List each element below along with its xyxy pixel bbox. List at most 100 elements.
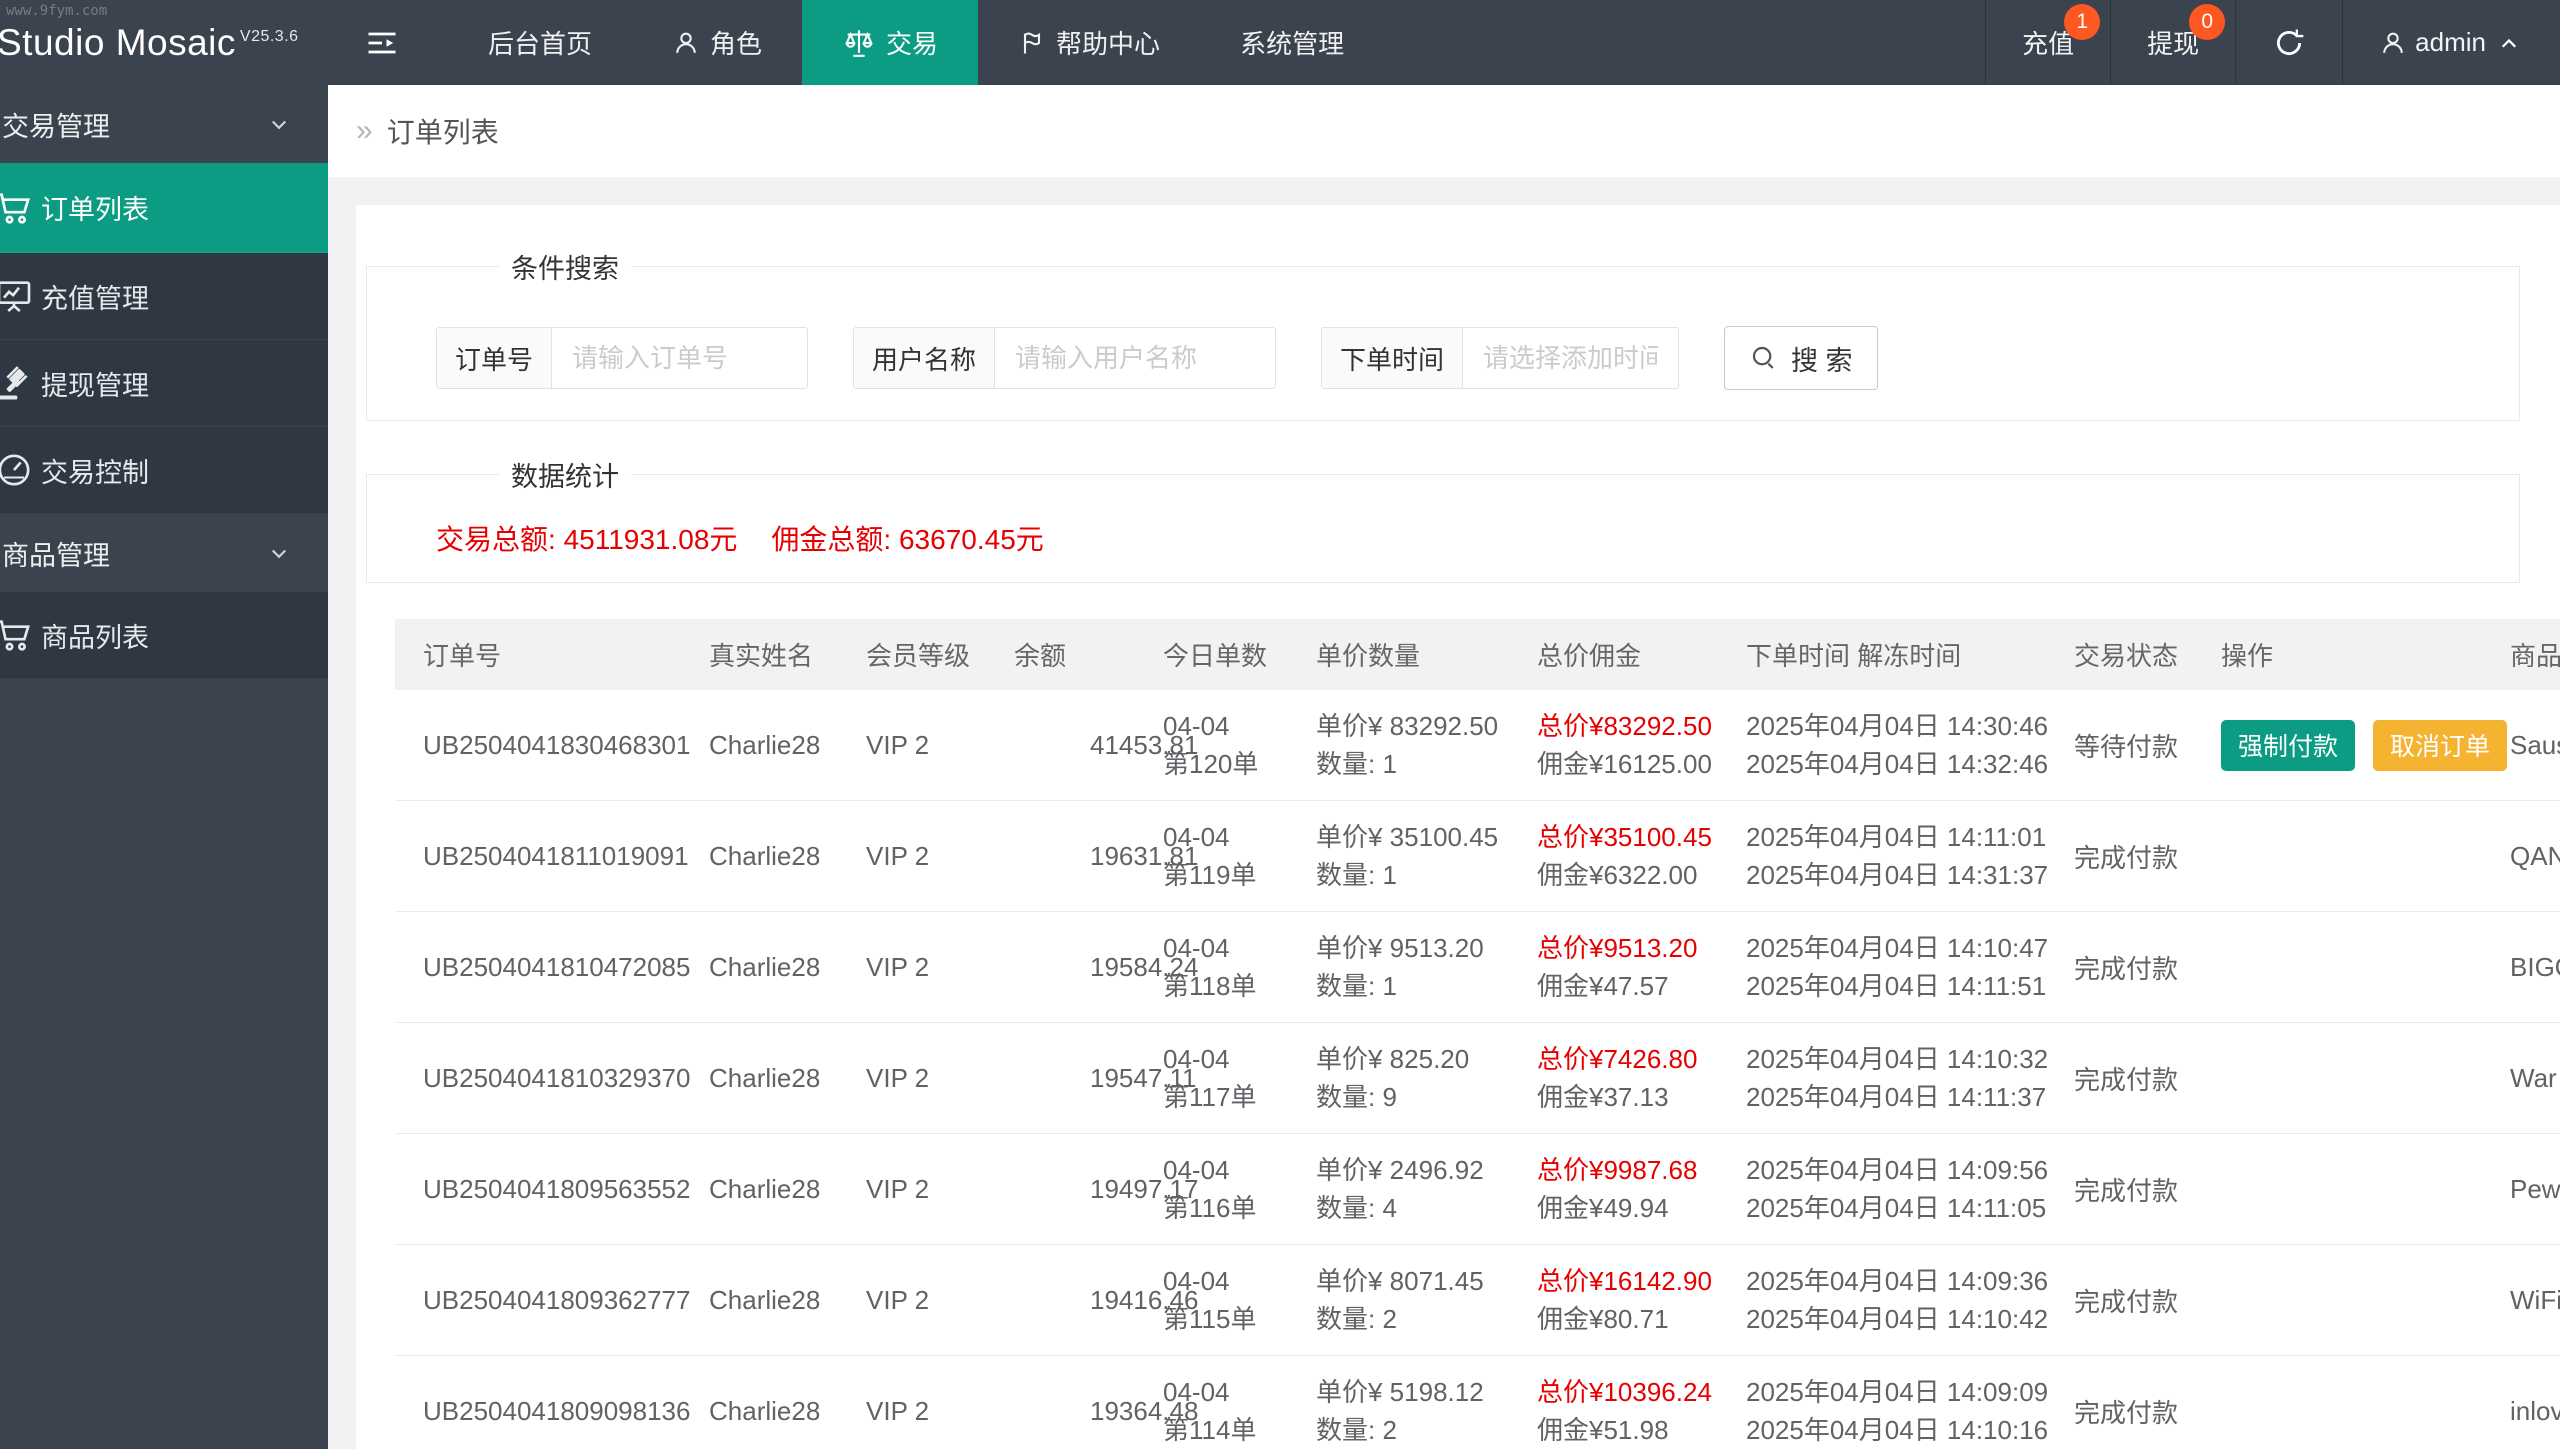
vip-level: VIP 2 bbox=[866, 840, 930, 871]
order-no: UB2504041830468301 bbox=[423, 729, 691, 760]
search-icon bbox=[1749, 343, 1779, 373]
real-name: Charlie28 bbox=[709, 1284, 821, 1315]
nav-item-system[interactable]: 系统管理 bbox=[1200, 0, 1384, 85]
nav-item-help[interactable]: 帮助中心 bbox=[978, 0, 1200, 85]
order-times: 2025年04月04日 14:11:01 2025年04月04日 14:31:37 bbox=[1746, 822, 2049, 890]
real-name: Charlie28 bbox=[709, 729, 821, 760]
app-version: V25.3.6 bbox=[239, 28, 299, 46]
col-real-name: 真实姓名 bbox=[709, 641, 814, 671]
col-vip-level: 会员等级 bbox=[866, 641, 971, 671]
gauge-icon bbox=[0, 450, 37, 490]
sidebar-item-withdraw-mgmt[interactable]: 提现管理 bbox=[0, 340, 328, 427]
force-pay-button[interactable]: 强制付款 bbox=[2221, 719, 2356, 771]
order-no: UB2504041811019091 bbox=[423, 840, 689, 871]
today-orders: 04-04 第115单 bbox=[1163, 1266, 1257, 1334]
order-times: 2025年04月04日 14:10:32 2025年04月04日 14:11:37 bbox=[1746, 1044, 2049, 1112]
balance: 19497.17 bbox=[1090, 1173, 1199, 1204]
order-times: 2025年04月04日 14:09:36 2025年04月04日 14:10:42 bbox=[1746, 1266, 2049, 1334]
page-title: 订单列表 bbox=[386, 117, 499, 148]
today-orders: 04-04 第120单 bbox=[1163, 711, 1259, 779]
table-row: UB2504041810472085 Charlie28 VIP 2 19584… bbox=[395, 912, 2560, 1023]
user-menu[interactable]: admin bbox=[2342, 0, 2560, 85]
order-time-input[interactable] bbox=[1463, 328, 1679, 388]
today-orders: 04-04 第117单 bbox=[1163, 1044, 1257, 1112]
commission-total: 佣金总额: 63670.45元 bbox=[771, 524, 1044, 555]
transaction-total: 交易总额: 4511931.08元 bbox=[436, 524, 738, 555]
nav-item-roles[interactable]: 角色 bbox=[632, 0, 802, 85]
nav-item-trade[interactable]: 交易 bbox=[802, 0, 979, 85]
order-times: 2025年04月04日 14:09:09 2025年04月04日 14:10:16 bbox=[1746, 1377, 2049, 1445]
search-panel-legend: 条件搜索 bbox=[511, 254, 619, 284]
status: 完成付款 bbox=[2074, 1064, 2179, 1095]
withdraw-badge: 0 bbox=[2189, 4, 2226, 40]
sidebar-group-trade[interactable]: 交易管理 bbox=[0, 85, 328, 163]
app-title: Studio Mosaic bbox=[0, 21, 236, 63]
status: 完成付款 bbox=[2074, 1397, 2179, 1428]
recharge-button[interactable]: 充值 1 bbox=[1985, 0, 2110, 85]
real-name: Charlie28 bbox=[709, 1173, 821, 1204]
user-icon bbox=[2379, 29, 2407, 57]
status: 完成付款 bbox=[2074, 842, 2179, 873]
vip-level: VIP 2 bbox=[866, 1173, 930, 1204]
order-time-label: 下单时间 bbox=[1322, 328, 1464, 388]
sidebar-toggle-button[interactable] bbox=[342, 0, 422, 85]
vip-level: VIP 2 bbox=[866, 1284, 930, 1315]
total-commission: 总价¥35100.45 佣金¥6322.00 bbox=[1537, 822, 1712, 890]
vip-level: VIP 2 bbox=[866, 1062, 930, 1093]
product-name: WiFi bbox=[2510, 1284, 2560, 1315]
order-times: 2025年04月04日 14:10:47 2025年04月04日 14:11:51 bbox=[1746, 933, 2049, 1001]
sidebar-item-trade-control[interactable]: 交易控制 bbox=[0, 427, 328, 514]
product-name: BIGO bbox=[2510, 951, 2560, 982]
vip-level: VIP 2 bbox=[866, 951, 930, 982]
total-commission: 总价¥16142.90 佣金¥80.71 bbox=[1537, 1266, 1712, 1334]
total-commission: 总价¥83292.50 佣金¥16125.00 bbox=[1537, 711, 1712, 779]
chevron-down-icon bbox=[264, 538, 294, 568]
order-times: 2025年04月04日 14:09:56 2025年04月04日 14:11:05 bbox=[1746, 1155, 2049, 1223]
username: admin bbox=[2415, 27, 2486, 57]
order-list-card: 条件搜索 订单号 用户名称 下单时间 bbox=[356, 205, 2560, 1449]
unit-qty: 单价¥ 83292.50 数量: 1 bbox=[1316, 711, 1499, 779]
watermark-text: www.9fym.com bbox=[6, 3, 108, 19]
table-row: UB2504041809563552 Charlie28 VIP 2 19497… bbox=[395, 1134, 2560, 1245]
unit-qty: 单价¥ 5198.12 数量: 2 bbox=[1316, 1377, 1484, 1445]
nav-item-dashboard[interactable]: 后台首页 bbox=[448, 0, 632, 85]
refresh-button[interactable] bbox=[2235, 0, 2342, 85]
sidebar-item-product-list[interactable]: 商品列表 bbox=[0, 592, 328, 679]
order-no-label: 订单号 bbox=[437, 328, 553, 388]
col-status: 交易状态 bbox=[2074, 641, 2179, 671]
unit-qty: 单价¥ 8071.45 数量: 2 bbox=[1316, 1266, 1484, 1334]
sidebar-group-product[interactable]: 商品管理 bbox=[0, 514, 328, 592]
product-name: QANI bbox=[2510, 840, 2560, 871]
sidebar: 交易管理 订单列表 充值管理 提现管理 交易控制 商品管理 商品列表 bbox=[0, 85, 328, 1449]
col-total-commission: 总价佣金 bbox=[1537, 641, 1642, 671]
balance: 19416.46 bbox=[1090, 1284, 1199, 1315]
user-name-input[interactable] bbox=[995, 328, 1276, 388]
flag-icon bbox=[1018, 29, 1046, 57]
order-no-input[interactable] bbox=[552, 328, 808, 388]
unit-qty: 单价¥ 35100.45 数量: 1 bbox=[1316, 822, 1499, 890]
col-times: 下单时间 解冻时间 bbox=[1746, 641, 1962, 671]
col-unit-qty: 单价数量 bbox=[1316, 641, 1421, 671]
real-name: Charlie28 bbox=[709, 951, 821, 982]
table-row: UB2504041809362777 Charlie28 VIP 2 19416… bbox=[395, 1245, 2560, 1356]
order-times: 2025年04月04日 14:30:46 2025年04月04日 14:32:46 bbox=[1746, 711, 2049, 779]
order-no: UB2504041809563552 bbox=[423, 1173, 691, 1204]
balance: 19584.24 bbox=[1090, 951, 1199, 982]
unit-qty: 单价¥ 2496.92 数量: 4 bbox=[1316, 1155, 1484, 1223]
sidebar-item-order-list[interactable]: 订单列表 bbox=[0, 163, 328, 253]
col-balance: 余额 bbox=[1014, 641, 1067, 671]
today-orders: 04-04 第118单 bbox=[1163, 933, 1257, 1001]
unit-qty: 单价¥ 9513.20 数量: 1 bbox=[1316, 933, 1484, 1001]
order-no: UB2504041809098136 bbox=[423, 1395, 691, 1426]
total-commission: 总价¥10396.24 佣金¥51.98 bbox=[1537, 1377, 1712, 1445]
recharge-badge: 1 bbox=[2064, 4, 2101, 40]
user-name-label: 用户名称 bbox=[854, 328, 996, 388]
sidebar-item-recharge-mgmt[interactable]: 充值管理 bbox=[0, 253, 328, 340]
search-button[interactable]: 搜 索 bbox=[1724, 326, 1878, 390]
col-actions: 操作 bbox=[2221, 641, 2274, 671]
total-commission: 总价¥9987.68 佣金¥49.94 bbox=[1537, 1155, 1698, 1223]
cancel-order-button[interactable]: 取消订单 bbox=[2373, 719, 2508, 771]
stats-panel: 数据统计 交易总额: 4511931.08元 佣金总额: 63670.45元 bbox=[366, 455, 2520, 583]
withdraw-button[interactable]: 提现 0 bbox=[2110, 0, 2235, 85]
user-name-field-group: 用户名称 bbox=[853, 327, 1277, 389]
